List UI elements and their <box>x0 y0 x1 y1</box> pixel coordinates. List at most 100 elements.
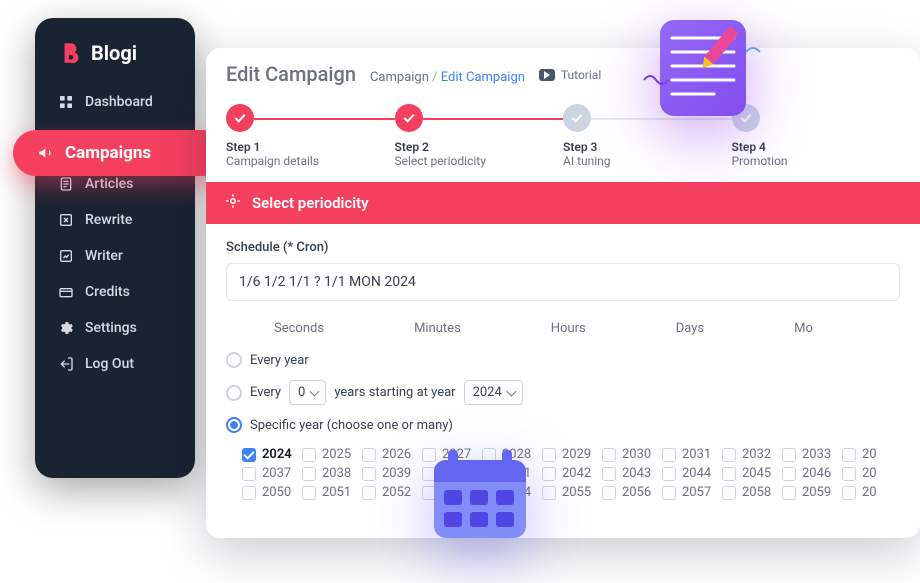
option-label: Every <box>250 385 281 400</box>
checkbox-icon <box>542 448 556 462</box>
sidebar-item-writer[interactable]: Writer <box>35 238 195 274</box>
year-checkbox[interactable]: 20 <box>842 466 896 481</box>
year-checkbox[interactable]: 2043 <box>602 466 656 481</box>
sidebar-item-credits[interactable]: Credits <box>35 274 195 310</box>
option-specific-year[interactable]: Specific year (choose one or many) <box>226 411 900 439</box>
year-checkbox[interactable]: 2025 <box>302 447 356 462</box>
year-label: 2043 <box>622 466 651 481</box>
checkbox-icon <box>602 486 616 500</box>
option-label: years starting at year <box>334 385 455 400</box>
year-checkbox[interactable]: 2059 <box>782 485 836 500</box>
sidebar-item-campaigns[interactable]: Campaigns <box>13 130 225 176</box>
sidebar-item-label: Dashboard <box>85 94 153 110</box>
checkbox-icon <box>242 467 256 481</box>
year-checkbox[interactable]: 2029 <box>542 447 596 462</box>
sidebar-item-label: Writer <box>85 248 123 264</box>
year-checkbox[interactable]: 20 <box>842 485 896 500</box>
sidebar-item-label: Log Out <box>85 356 134 372</box>
every-n-select[interactable]: 0 <box>289 380 326 405</box>
year-checkbox[interactable]: 2039 <box>362 466 416 481</box>
megaphone-icon <box>37 144 55 162</box>
step-subtitle: Promotion <box>732 154 901 168</box>
schedule-label: Schedule (* Cron) <box>226 240 900 255</box>
year-checkbox[interactable]: 2052 <box>362 485 416 500</box>
start-year-select[interactable]: 2024 <box>464 380 523 405</box>
checkbox-icon <box>362 486 376 500</box>
option-every-n-years[interactable]: Every 0 years starting at year 2024 <box>226 374 900 411</box>
year-checkbox[interactable]: 2037 <box>242 466 296 481</box>
year-label: 20 <box>862 447 877 462</box>
year-checkbox[interactable]: 2032 <box>722 447 776 462</box>
year-checkbox[interactable]: 2050 <box>242 485 296 500</box>
year-checkbox[interactable]: 2026 <box>362 447 416 462</box>
year-checkbox[interactable]: 2045 <box>722 466 776 481</box>
radio-icon <box>226 417 242 433</box>
dashboard-icon <box>57 93 75 111</box>
checkbox-icon <box>842 486 856 500</box>
checkbox-icon <box>842 467 856 481</box>
year-label: 2039 <box>382 466 411 481</box>
sidebar-item-logout[interactable]: Log Out <box>35 346 195 382</box>
main-panel: Edit Campaign Campaign / Edit Campaign T… <box>206 48 920 538</box>
tab-months[interactable]: Mo <box>794 321 813 336</box>
cron-input[interactable] <box>226 263 900 301</box>
brand-name: Blogi <box>91 41 137 65</box>
option-every-year[interactable]: Every year <box>226 346 900 374</box>
year-checkbox[interactable]: 2030 <box>602 447 656 462</box>
option-label: Specific year (choose one or many) <box>250 418 453 433</box>
checkbox-icon <box>362 448 376 462</box>
step-2[interactable]: Step 2 Select periodicity <box>395 104 564 168</box>
year-checkbox[interactable]: 2057 <box>662 485 716 500</box>
year-checkbox[interactable]: 2051 <box>302 485 356 500</box>
year-checkbox[interactable]: 2055 <box>542 485 596 500</box>
radio-icon <box>226 352 242 368</box>
breadcrumb: Campaign / Edit Campaign <box>370 70 525 85</box>
checkbox-icon <box>542 486 556 500</box>
panel-header: Edit Campaign Campaign / Edit Campaign T… <box>206 48 920 96</box>
section-header: Select periodicity <box>206 182 920 224</box>
sidebar-item-label: Credits <box>85 284 130 300</box>
breadcrumb-item[interactable]: Campaign <box>370 70 429 85</box>
checkbox-icon <box>302 467 316 481</box>
year-checkbox[interactable]: 2046 <box>782 466 836 481</box>
sidebar-item-settings[interactable]: Settings <box>35 310 195 346</box>
sidebar-item-dashboard[interactable]: Dashboard <box>35 84 195 120</box>
sidebar-item-label: Settings <box>85 320 137 336</box>
year-label: 2042 <box>562 466 591 481</box>
checkbox-icon <box>782 467 796 481</box>
year-label: 2026 <box>382 447 411 462</box>
year-label: 2025 <box>322 447 351 462</box>
periodicity-icon <box>224 192 242 214</box>
stepper: Step 1 Campaign details Step 2 Select pe… <box>206 96 920 182</box>
year-checkbox[interactable]: 2024 <box>242 447 296 462</box>
checkbox-icon <box>362 467 376 481</box>
step-title: Step 2 <box>395 140 564 154</box>
year-label: 2038 <box>322 466 351 481</box>
year-checkbox[interactable]: 2038 <box>302 466 356 481</box>
sidebar-item-rewrite[interactable]: Rewrite <box>35 202 195 238</box>
checkbox-icon <box>722 467 736 481</box>
step-subtitle: Select periodicity <box>395 154 564 168</box>
year-label: 2024 <box>262 447 292 462</box>
year-checkbox[interactable]: 20 <box>842 447 896 462</box>
checkbox-icon <box>842 448 856 462</box>
year-checkbox[interactable]: 2058 <box>722 485 776 500</box>
year-checkbox[interactable]: 2042 <box>542 466 596 481</box>
year-label: 2045 <box>742 466 771 481</box>
tab-minutes[interactable]: Minutes <box>414 321 461 336</box>
step-1[interactable]: Step 1 Campaign details <box>226 104 395 168</box>
option-label: Every year <box>250 353 309 368</box>
year-checkbox[interactable]: 2033 <box>782 447 836 462</box>
year-checkbox[interactable]: 2031 <box>662 447 716 462</box>
tab-hours[interactable]: Hours <box>551 321 586 336</box>
year-label: 2051 <box>322 485 351 500</box>
year-checkbox[interactable]: 2044 <box>662 466 716 481</box>
year-label: 2029 <box>562 447 591 462</box>
year-label: 20 <box>862 466 877 481</box>
logout-icon <box>57 355 75 373</box>
checkbox-icon <box>242 448 256 462</box>
year-checkbox[interactable]: 2056 <box>602 485 656 500</box>
tutorial-link[interactable]: Tutorial <box>539 68 601 82</box>
tab-seconds[interactable]: Seconds <box>274 321 324 336</box>
tab-days[interactable]: Days <box>676 321 704 336</box>
